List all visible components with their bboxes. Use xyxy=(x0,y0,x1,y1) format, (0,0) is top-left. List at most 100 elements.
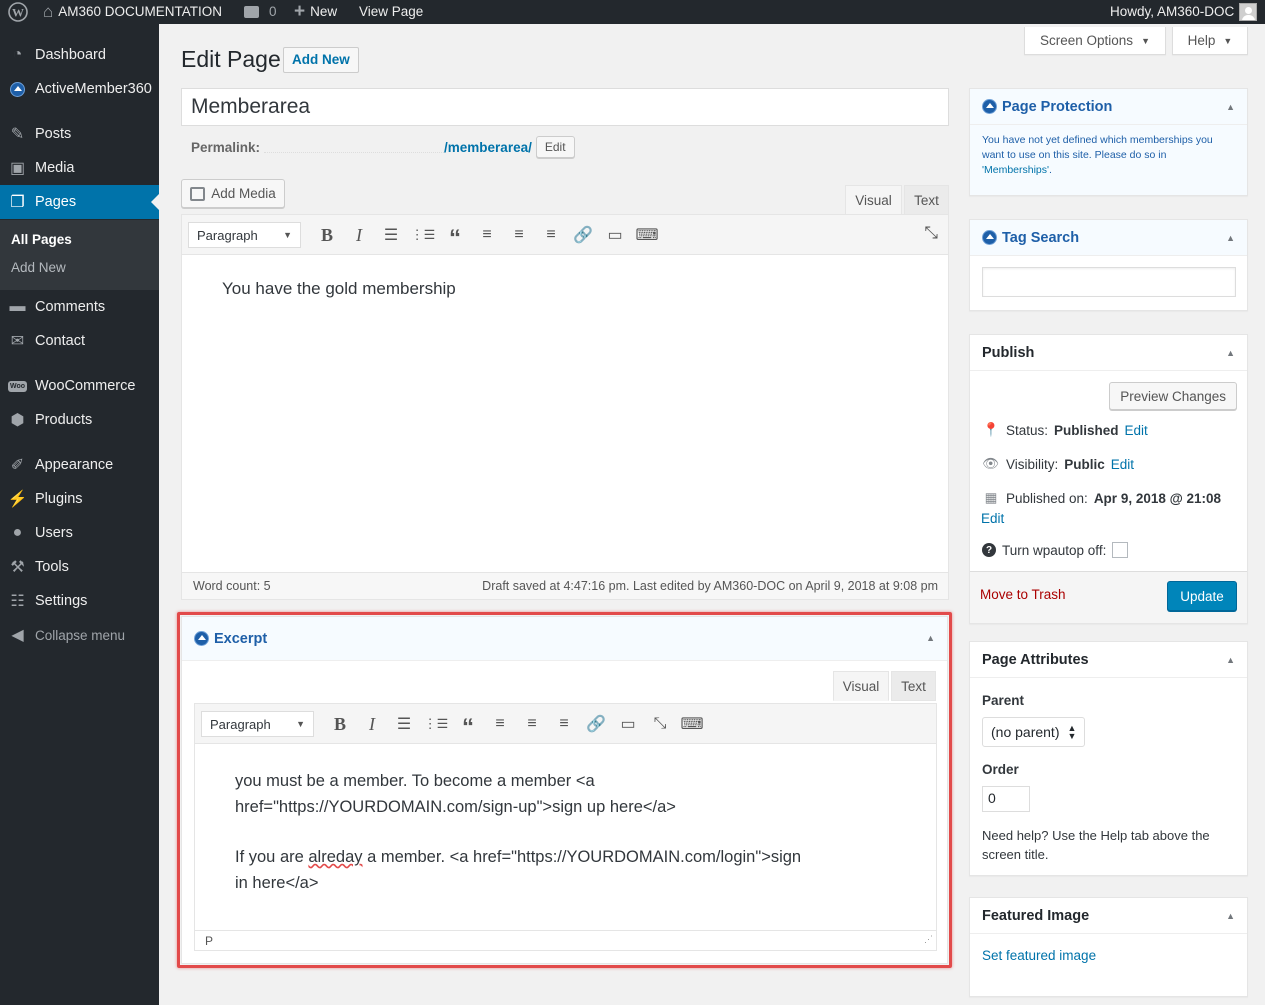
add-media-icon xyxy=(190,186,206,201)
memberships-link[interactable]: 'Memberships' xyxy=(982,164,1049,176)
sidebar-item-plugins[interactable]: ⚡ Plugins xyxy=(0,482,159,516)
collapse-arrow-icon[interactable]: ▲ xyxy=(1226,348,1235,358)
published-edit-link[interactable]: Edit xyxy=(981,511,1004,526)
excerpt-tab-visual[interactable]: Visual xyxy=(833,671,889,701)
sidebar-item-media[interactable]: ▣ Media xyxy=(0,151,159,185)
align-left-icon[interactable]: ≡ xyxy=(471,221,503,249)
screen-options-button[interactable]: Screen Options ▼ xyxy=(1024,27,1166,55)
tag-search-box: Tag Search ▲ xyxy=(969,219,1248,311)
italic-icon[interactable]: I xyxy=(343,221,375,249)
link-icon[interactable]: 🔗 xyxy=(580,710,612,738)
publish-header[interactable]: Publish ▲ xyxy=(970,335,1247,371)
sidebar-item-dashboard[interactable]: ◔ Dashboard xyxy=(0,38,159,72)
excerpt-line-3: If you are alreday a member. <a href="ht… xyxy=(235,848,802,866)
excerpt-tab-text[interactable]: Text xyxy=(891,671,936,701)
attributes-help-text: Need help? Use the Help tab above the sc… xyxy=(982,828,1210,862)
new-content-link[interactable]: + New xyxy=(294,0,337,24)
featured-image-header[interactable]: Featured Image ▲ xyxy=(970,898,1247,934)
sidebar-collapse-menu[interactable]: ◀ Collapse menu xyxy=(0,618,159,652)
excerpt-box: Excerpt ▲ Visual Text Paragraph ▼ B I ☰ ⋮… xyxy=(181,616,948,964)
status-edit-link[interactable]: Edit xyxy=(1125,423,1148,438)
align-left-icon[interactable]: ≡ xyxy=(484,710,516,738)
update-button[interactable]: Update xyxy=(1167,581,1237,611)
numbered-list-icon[interactable]: ⋮☰ xyxy=(420,710,452,738)
toolbar-toggle-icon[interactable]: ⌨ xyxy=(631,221,663,249)
sidebar-item-posts[interactable]: ✎ Posts xyxy=(0,117,159,151)
sidebar-item-woocommerce[interactable]: Woo WooCommerce xyxy=(0,369,159,403)
sidebar-item-pages[interactable]: ❐ Pages xyxy=(0,185,159,219)
account-menu[interactable]: Howdy, AM360-DOC xyxy=(1110,0,1258,24)
view-page-link[interactable]: View Page xyxy=(359,0,423,24)
tab-visual[interactable]: Visual xyxy=(845,185,902,215)
blockquote-icon[interactable]: “ xyxy=(439,221,471,252)
editor-content[interactable]: You have the gold membership xyxy=(222,279,456,299)
wpautop-checkbox[interactable] xyxy=(1112,542,1129,558)
page-attributes-header[interactable]: Page Attributes ▲ xyxy=(970,642,1247,678)
link-icon[interactable]: 🔗 xyxy=(567,221,599,249)
resize-handle-icon[interactable]: ⋰ xyxy=(924,934,933,945)
submenu-add-new[interactable]: Add New xyxy=(11,260,66,275)
excerpt-format-select[interactable]: Paragraph ▼ xyxy=(201,711,314,737)
sidebar-item-contact[interactable]: ✉ Contact xyxy=(0,324,159,358)
bold-icon[interactable]: B xyxy=(324,710,356,738)
bullet-list-icon[interactable]: ☰ xyxy=(375,221,407,249)
tab-text[interactable]: Text xyxy=(904,185,949,215)
order-label: Order xyxy=(982,762,1019,777)
site-name-link[interactable]: ⌂ AM360 DOCUMENTATION xyxy=(43,0,222,24)
add-new-page-button[interactable]: Add New xyxy=(283,47,359,73)
help-button[interactable]: Help ▼ xyxy=(1172,27,1248,55)
align-right-icon[interactable]: ≡ xyxy=(548,710,580,738)
move-to-trash-link[interactable]: Move to Trash xyxy=(980,587,1066,602)
submenu-all-pages[interactable]: All Pages xyxy=(11,232,72,247)
page-attributes-box: Page Attributes ▲ Parent (no parent) ▲ ▼ Or… xyxy=(969,641,1248,876)
sidebar-item-settings[interactable]: ☷ Settings xyxy=(0,584,159,618)
permalink-edit-button[interactable]: Edit xyxy=(535,136,575,158)
italic-icon[interactable]: I xyxy=(356,710,388,738)
collapse-arrow-icon[interactable]: ▲ xyxy=(1226,233,1235,243)
read-more-icon[interactable]: ▭ xyxy=(612,710,644,738)
sidebar-item-activemember360[interactable]: ActiveMember360 xyxy=(0,72,159,106)
toolbar-toggle-icon[interactable]: ⌨ xyxy=(676,710,708,738)
align-right-icon[interactable]: ≡ xyxy=(535,221,567,249)
wordpress-logo-icon[interactable]: W xyxy=(8,0,28,24)
read-more-icon[interactable]: ▭ xyxy=(599,221,631,249)
format-select[interactable]: Paragraph ▼ xyxy=(188,222,301,248)
excerpt-header[interactable]: Excerpt ▲ xyxy=(182,617,947,661)
comments-link[interactable]: 0 xyxy=(244,0,277,24)
preview-changes-button[interactable]: Preview Changes xyxy=(1109,382,1237,410)
excerpt-content[interactable]: you must be a member. To become a member… xyxy=(235,768,801,896)
sidebar-item-comments[interactable]: ▬ Comments xyxy=(0,290,159,324)
parent-select[interactable]: (no parent) ▲ ▼ xyxy=(982,717,1086,747)
collapse-arrow-icon[interactable]: ▲ xyxy=(1226,911,1235,921)
tag-search-input[interactable] xyxy=(982,267,1236,297)
bold-icon[interactable]: B xyxy=(311,221,343,249)
align-center-icon[interactable]: ≡ xyxy=(516,710,548,738)
collapse-arrow-icon[interactable]: ▲ xyxy=(1226,655,1235,665)
visibility-edit-link[interactable]: Edit xyxy=(1111,457,1134,472)
media-icon: ▣ xyxy=(9,160,26,177)
plus-icon: + xyxy=(294,1,306,22)
page-protection-header[interactable]: Page Protection ▲ xyxy=(970,89,1247,125)
misspelled-word: alreday xyxy=(308,848,363,866)
blockquote-icon[interactable]: “ xyxy=(452,710,484,741)
tag-search-header[interactable]: Tag Search ▲ xyxy=(970,220,1247,256)
sidebar-item-tools[interactable]: ⚒ Tools xyxy=(0,550,159,584)
fullscreen-icon[interactable]: ⤡ xyxy=(924,223,938,243)
fullscreen-icon[interactable]: ⤡ xyxy=(644,710,676,738)
title-input[interactable]: Memberarea xyxy=(181,88,949,126)
word-count: Word count: 5 xyxy=(193,579,271,593)
add-media-button[interactable]: Add Media xyxy=(181,179,285,208)
collapse-arrow-icon[interactable]: ▲ xyxy=(1226,102,1235,112)
sidebar-item-appearance[interactable]: ✐ Appearance xyxy=(0,448,159,482)
numbered-list-icon[interactable]: ⋮☰ xyxy=(407,221,439,249)
sidebar-item-users[interactable]: ● Users xyxy=(0,516,159,550)
pages-icon: ❐ xyxy=(10,194,25,211)
order-input[interactable]: 0 xyxy=(982,786,1030,812)
set-featured-image-link[interactable]: Set featured image xyxy=(982,948,1096,963)
permalink-slug-link[interactable]: /memberarea/ xyxy=(444,140,532,155)
collapse-arrow-icon[interactable]: ▲ xyxy=(926,633,935,643)
sidebar-item-products[interactable]: ⬢ Products xyxy=(0,403,159,437)
element-path: P xyxy=(205,934,214,948)
align-center-icon[interactable]: ≡ xyxy=(503,221,535,249)
bullet-list-icon[interactable]: ☰ xyxy=(388,710,420,738)
